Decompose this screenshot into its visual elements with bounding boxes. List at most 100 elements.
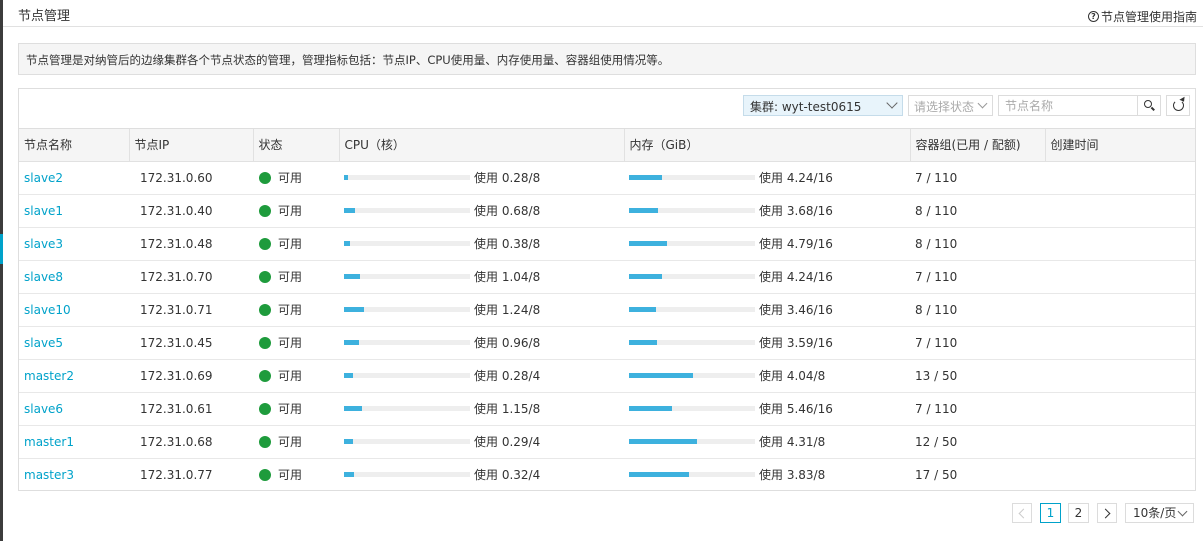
- created-time-cell: [1045, 161, 1195, 195]
- status-label: 可用: [278, 237, 303, 251]
- status-ok-dot-icon: [259, 172, 271, 184]
- cpu-usage-bar-fill: [344, 241, 350, 246]
- usage-guide-label: 节点管理使用指南: [1100, 10, 1197, 24]
- node-name-cell: slave10: [19, 293, 129, 327]
- node-name-link[interactable]: slave10: [24, 303, 71, 317]
- col-header-node-ip[interactable]: 节点IP: [129, 129, 254, 162]
- memory-usage-label: 使用 3.68/16: [759, 204, 833, 218]
- pagination-page-2[interactable]: 2: [1068, 503, 1089, 523]
- memory-usage-bar-fill: [629, 307, 657, 312]
- status-cell: 可用: [253, 260, 339, 294]
- memory-usage-label: 使用 4.31/8: [759, 435, 826, 449]
- node-ip-cell: 172.31.0.40: [129, 194, 253, 228]
- app-sidebar-rail: [0, 0, 3, 541]
- col-header-node-name[interactable]: 节点名称: [19, 129, 130, 162]
- pagination-prev-button[interactable]: [1012, 503, 1032, 523]
- node-ip-cell: 172.31.0.77: [140, 467, 213, 482]
- refresh-button[interactable]: [1166, 95, 1190, 116]
- cpu-usage-cell: 使用 0.28/4: [339, 359, 624, 393]
- chevron-down-icon: [977, 98, 988, 109]
- cpu-usage-label: 使用 0.68/8: [474, 204, 541, 218]
- page-header: 节点管理 ? 节点管理使用指南: [3, 0, 1203, 27]
- cpu-usage-bar: [344, 406, 470, 411]
- node-name-link[interactable]: slave8: [24, 270, 63, 284]
- node-name-link[interactable]: slave2: [24, 171, 63, 185]
- col-header-memory[interactable]: 内存（GiB）: [624, 129, 911, 162]
- status-label: 可用: [278, 435, 303, 449]
- created-time-cell: [1045, 293, 1195, 327]
- memory-usage-cell: 使用 3.83/8: [624, 458, 910, 491]
- status-select[interactable]: 请选择状态: [908, 95, 993, 116]
- cpu-usage-bar: [344, 208, 470, 213]
- page-size-select[interactable]: 10条/页: [1125, 503, 1194, 523]
- status-label: 可用: [278, 204, 303, 218]
- status-ok-dot-icon: [259, 436, 271, 448]
- usage-guide-link[interactable]: ? 节点管理使用指南: [1087, 8, 1197, 25]
- status-label: 可用: [278, 402, 303, 416]
- pagination-page-1[interactable]: 1: [1040, 503, 1061, 523]
- node-ip-cell: 172.31.0.71: [129, 293, 253, 327]
- status-label: 可用: [278, 171, 303, 185]
- pods-cell: 7 / 110: [910, 326, 1045, 360]
- cpu-usage-bar-fill: [344, 175, 349, 180]
- node-name-cell: master1: [19, 425, 129, 459]
- status-ok-dot-icon: [259, 205, 271, 217]
- status-label: 可用: [278, 468, 303, 483]
- node-name-link[interactable]: slave5: [24, 336, 63, 350]
- node-name-link[interactable]: master3: [24, 468, 74, 482]
- filter-toolbar: 集群: wyt-test0615 请选择状态: [19, 89, 1195, 129]
- pods-cell: 7 / 110: [910, 260, 1045, 294]
- status-ok-dot-icon: [259, 271, 271, 283]
- col-header-cpu[interactable]: CPU（核）: [339, 129, 625, 162]
- node-list-panel: 集群: wyt-test0615 请选择状态 节点名称 节点IP 状态 C: [18, 88, 1196, 491]
- table-row: slave10 172.31.0.71 可用 使用 1.24/8 使用 3.46/16 8…: [19, 293, 1195, 327]
- memory-usage-bar-fill: [629, 439, 697, 444]
- status-cell: 可用: [253, 161, 339, 195]
- node-ip-cell: 172.31.0.68: [129, 425, 253, 459]
- memory-usage-bar: [629, 307, 755, 312]
- table-row: master1 172.31.0.68 可用 使用 0.29/4 使用 4.31/8 12…: [19, 425, 1195, 459]
- node-name-link[interactable]: slave1: [24, 204, 63, 218]
- node-ip-cell: 172.31.0.48: [129, 227, 253, 261]
- node-name-link[interactable]: master1: [24, 435, 74, 449]
- col-header-created-time[interactable]: 创建时间: [1045, 129, 1195, 162]
- col-header-pods[interactable]: 容器组(已用 / 配额): [910, 129, 1046, 162]
- cpu-usage-label: 使用 0.29/4: [474, 435, 541, 449]
- status-cell: 可用: [253, 227, 339, 261]
- node-name-link[interactable]: slave3: [24, 237, 63, 251]
- cpu-usage-bar: [344, 274, 470, 279]
- memory-usage-label: 使用 3.59/16: [759, 336, 833, 350]
- search-button[interactable]: [1137, 95, 1161, 116]
- cpu-usage-cell: 使用 0.68/8: [339, 194, 624, 228]
- pagination-next-button[interactable]: [1097, 503, 1117, 523]
- cluster-select[interactable]: 集群: wyt-test0615: [743, 95, 903, 116]
- memory-usage-label: 使用 3.46/16: [759, 303, 833, 317]
- cpu-usage-label: 使用 1.24/8: [474, 303, 541, 317]
- node-ip-cell: 172.31.0.61: [129, 392, 253, 426]
- node-name-link[interactable]: master2: [24, 369, 74, 383]
- sidebar-active-indicator: [0, 234, 3, 264]
- memory-usage-label: 使用 4.24/16: [759, 270, 833, 284]
- status-ok-dot-icon: [259, 370, 271, 382]
- cpu-usage-cell: 使用 0.96/8: [339, 326, 624, 360]
- cpu-usage-cell: 使用 1.04/8: [339, 260, 624, 294]
- memory-usage-bar-fill: [629, 175, 663, 180]
- col-header-status[interactable]: 状态: [253, 129, 340, 162]
- node-table: 节点名称 节点IP 状态 CPU（核） 内存（GiB） 容器组(已用 / 配额)…: [19, 129, 1195, 491]
- cpu-usage-cell: 使用 0.29/4: [339, 425, 624, 459]
- cpu-usage-label: 使用 0.96/8: [474, 336, 541, 350]
- node-name-search-input[interactable]: [998, 95, 1138, 116]
- table-row: slave1 172.31.0.40 可用 使用 0.68/8 使用 3.68/16 8 …: [19, 194, 1195, 228]
- created-time-cell: [1045, 425, 1195, 459]
- cpu-usage-bar-fill: [344, 472, 355, 478]
- node-ip-cell: 172.31.0.60: [129, 161, 253, 195]
- refresh-icon-arrow: [1179, 96, 1187, 104]
- memory-usage-label: 使用 4.79/16: [759, 237, 833, 251]
- cpu-usage-label: 使用 0.32/4: [474, 468, 541, 483]
- search-icon-handle: [1151, 106, 1155, 111]
- status-label: 可用: [278, 369, 303, 383]
- memory-usage-bar: [629, 406, 755, 411]
- node-name-cell: master3: [19, 458, 129, 491]
- node-name-link[interactable]: slave6: [24, 402, 63, 416]
- cpu-usage-bar: [344, 175, 470, 180]
